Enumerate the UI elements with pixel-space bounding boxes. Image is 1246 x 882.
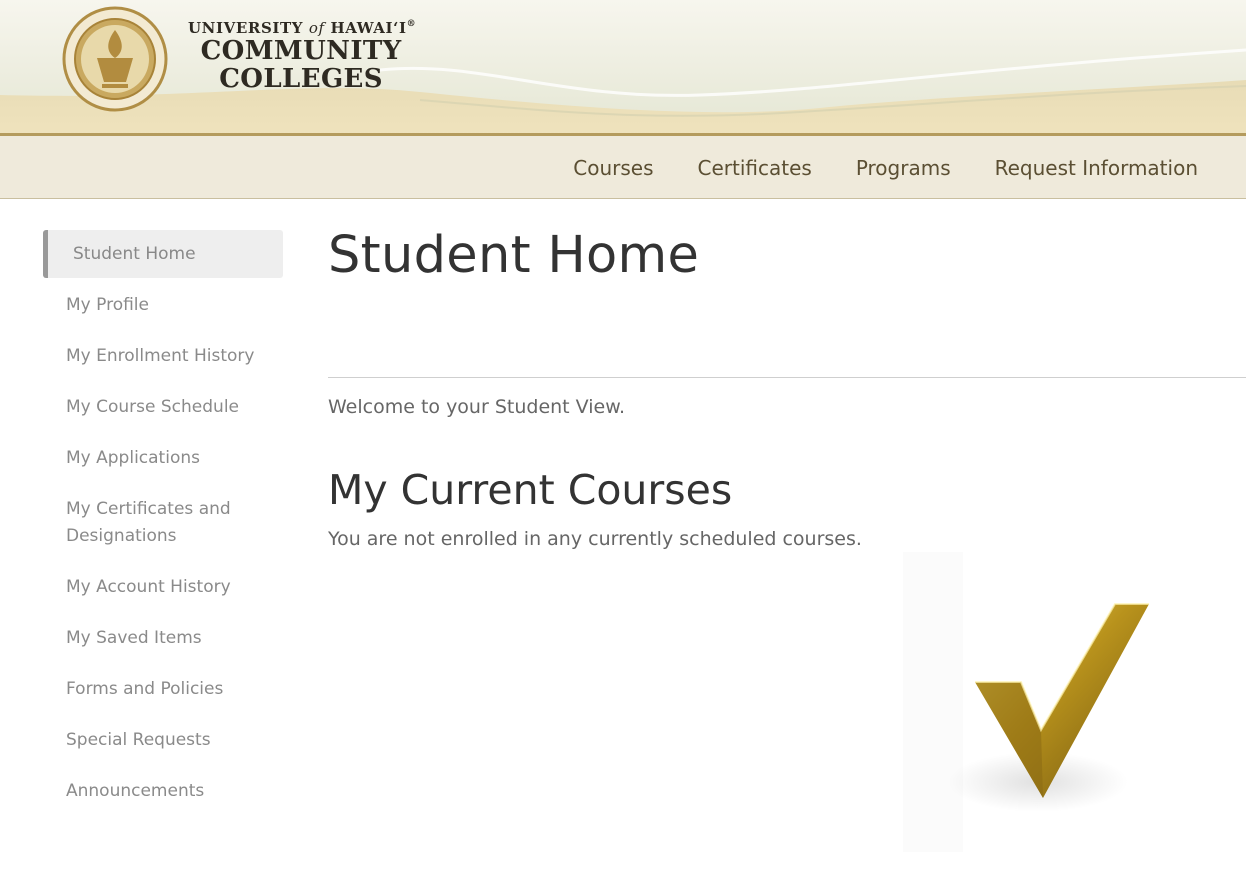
sidebar-item-forms-policies[interactable]: Forms and Policies [43,676,283,703]
page-title: Student Home [328,226,700,285]
nav-request-information[interactable]: Request Information [995,156,1198,180]
sidebar-nav: Student Home My Profile My Enrollment Hi… [43,230,283,829]
sidebar-item-certificates-designations[interactable]: My Certificates and Designations [43,496,243,550]
welcome-text: Welcome to your Student View. [328,396,626,418]
divider [328,377,1246,378]
university-seal-icon [62,6,168,112]
sidebar-item-announcements[interactable]: Announcements [43,778,283,805]
nav-courses[interactable]: Courses [573,156,653,180]
sidebar-item-enrollment-history[interactable]: My Enrollment History [43,343,283,370]
sidebar-item-applications[interactable]: My Applications [43,445,283,472]
no-courses-message: You are not enrolled in any currently sc… [328,528,862,550]
top-nav: Courses Certificates Programs Request In… [0,136,1246,199]
nav-certificates[interactable]: Certificates [698,156,812,180]
checkmark-illustration [903,552,1153,852]
nav-programs[interactable]: Programs [856,156,951,180]
current-courses-heading: My Current Courses [328,466,733,514]
logo-university-line: UNIVERSITY of HAWAI‘I® [188,19,417,37]
sidebar-item-special-requests[interactable]: Special Requests [43,727,283,754]
sidebar-item-account-history[interactable]: My Account History [43,574,283,601]
logo-community-line: COMMUNITY [200,36,402,66]
main-content: Student Home Welcome to your Student Vie… [328,226,1246,550]
sidebar-item-student-home[interactable]: Student Home [43,230,283,278]
uh-cc-logo[interactable]: UNIVERSITY of HAWAI‘I® COMMUNITY COLLEGE… [62,6,416,112]
header-banner: UNIVERSITY of HAWAI‘I® COMMUNITY COLLEGE… [0,0,1246,136]
logo-colleges-line: COLLEGES [219,64,383,94]
sidebar-item-saved-items[interactable]: My Saved Items [43,625,283,652]
sidebar-item-course-schedule[interactable]: My Course Schedule [43,394,283,421]
logo-wordmark: UNIVERSITY of HAWAI‘I® COMMUNITY COLLEGE… [188,19,416,93]
sidebar-item-my-profile[interactable]: My Profile [43,292,283,319]
gold-checkmark-icon [903,552,1149,852]
